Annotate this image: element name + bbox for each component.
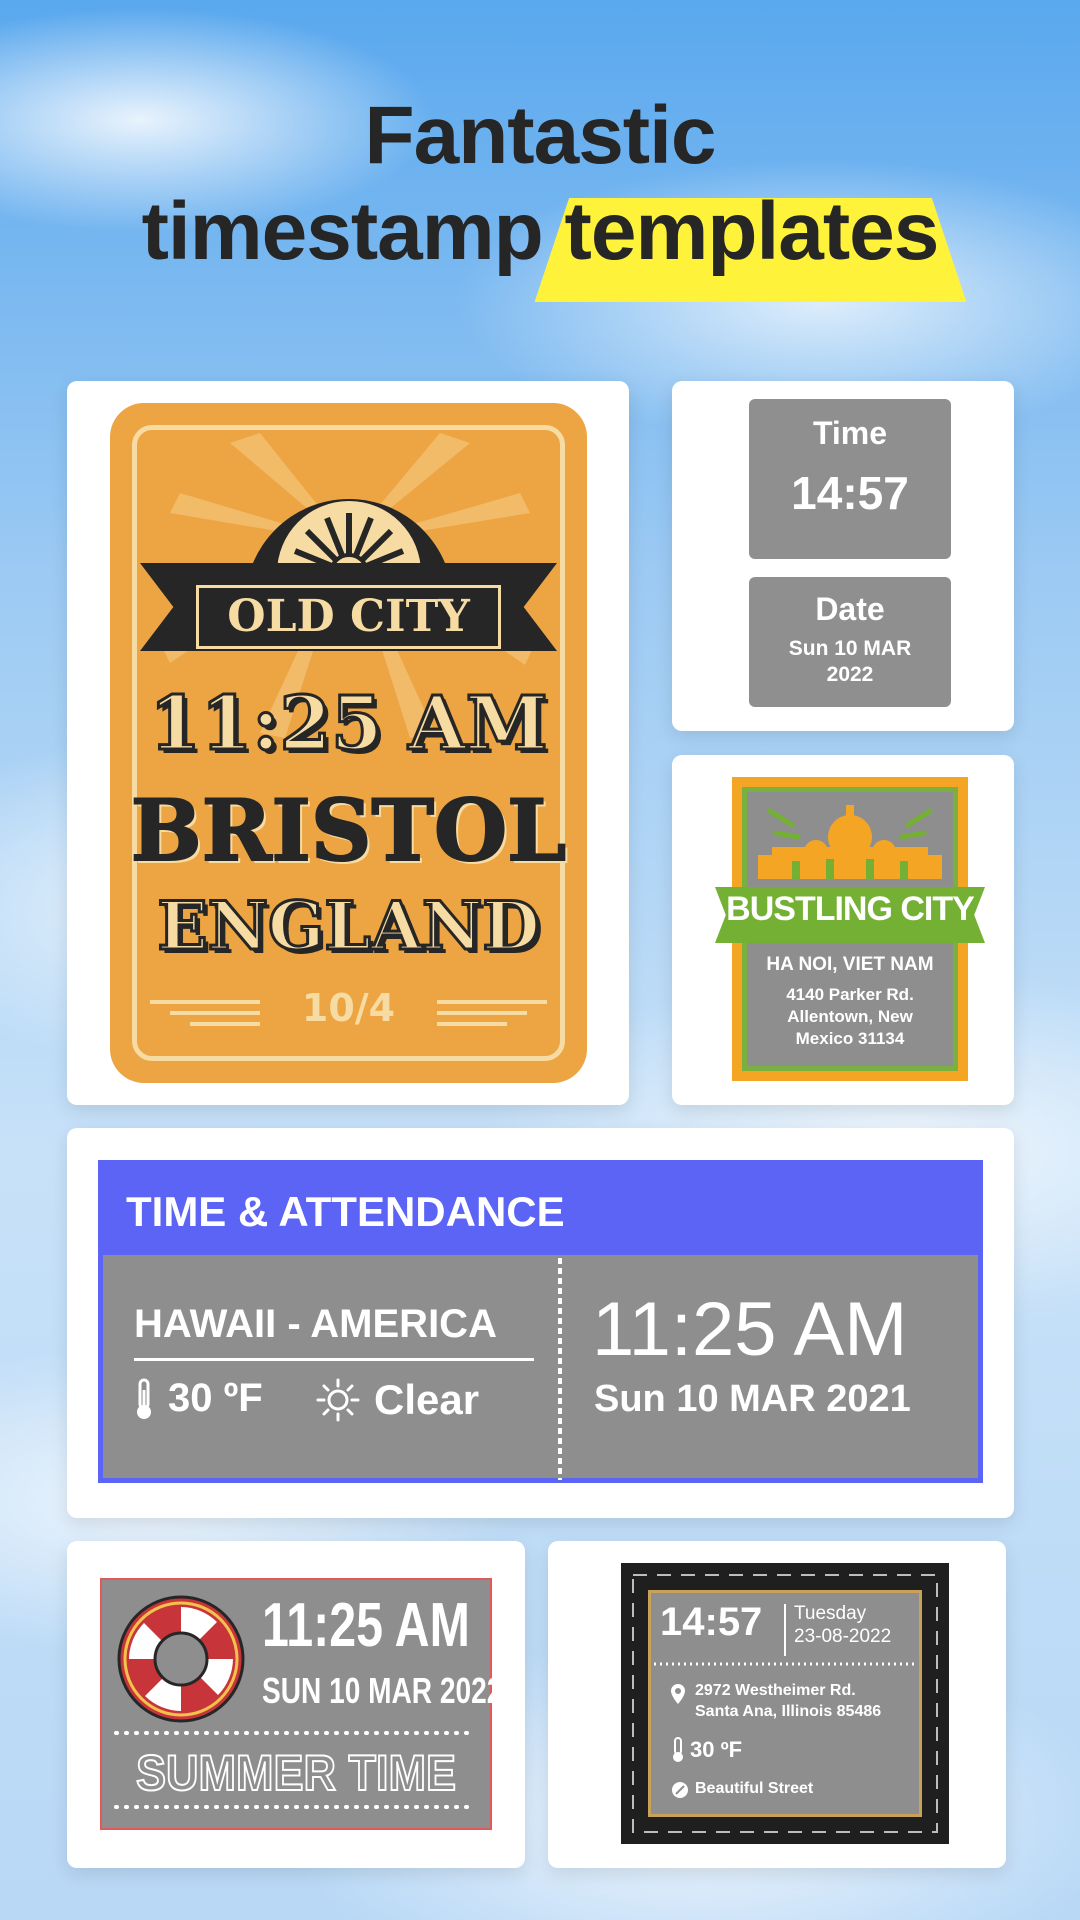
- location-pin-icon: [671, 1684, 685, 1704]
- dark-street: Beautiful Street: [695, 1780, 814, 1797]
- attendance-temperature: 30 ºF: [168, 1376, 263, 1420]
- bustling-address-line1: 4140 Parker Rd.: [786, 985, 914, 1004]
- dark-time: 14:57: [660, 1600, 763, 1644]
- attendance-underline: [134, 1358, 534, 1361]
- bustling-address-line2: Allentown, New: [787, 1007, 913, 1026]
- thermometer-small-icon: [673, 1737, 683, 1762]
- dark-address: 2972 Westheimer Rd. Santa Ana, Illinois …: [695, 1680, 881, 1722]
- title-line-2: timestamp templates: [141, 184, 967, 302]
- old-city-country: ENGLAND: [156, 886, 541, 967]
- bustling-banner-text: BUSTLING CITY: [726, 890, 975, 928]
- title-part-1: timestamp: [141, 186, 544, 277]
- old-city-plate: OLD CITY 11:25 AM BRISTOL ENGLAND 10/4: [110, 403, 587, 1083]
- thermometer-icon: [137, 1378, 151, 1419]
- time-value: 14:57: [791, 467, 909, 519]
- dark-date-block: Tuesday 23-08-2022: [794, 1602, 891, 1648]
- street-icon: [672, 1782, 688, 1798]
- date-label: Date: [815, 591, 885, 627]
- dark-date: 23-08-2022: [794, 1626, 892, 1647]
- sun-icon: [316, 1378, 360, 1422]
- attendance-heading: TIME & ATTENDANCE: [126, 1188, 565, 1235]
- lifebuoy-icon: [117, 1595, 245, 1723]
- time-label: Time: [812, 415, 888, 451]
- palace-icon: [758, 805, 942, 879]
- dark-dots: [654, 1662, 916, 1666]
- attendance-place: HAWAII - AMERICA: [134, 1302, 497, 1346]
- title-line-1: Fantastic: [364, 90, 717, 181]
- summer-dots-bottom: [114, 1805, 478, 1809]
- old-city-date: 10/4: [301, 986, 396, 1030]
- date-value-line1: Sun 10 MAR: [788, 637, 912, 660]
- summer-date: SUN 10 MAR 2022: [262, 1670, 503, 1711]
- bustling-location: HA NOI, VIET NAM: [766, 954, 934, 975]
- summer-time: 11:25 AM: [262, 1591, 470, 1660]
- dark-day: Tuesday: [794, 1603, 867, 1624]
- bustling-address-line3: Mexico 31134: [795, 1029, 905, 1048]
- page-title: Fantastic timestamp templates: [0, 88, 1080, 302]
- attendance-divider: [558, 1258, 562, 1480]
- title-highlight: templates: [534, 184, 967, 302]
- old-city-city: BRISTOL: [130, 780, 568, 881]
- dark-time-divider: [784, 1604, 786, 1656]
- summer-dots-top: [114, 1731, 478, 1735]
- date-value-line2: 2022: [826, 663, 874, 686]
- attendance-weather: Clear: [374, 1376, 480, 1423]
- summer-caption: SUMMER TIME: [135, 1744, 457, 1802]
- dark-address-line1: 2972 Westheimer Rd.: [695, 1682, 856, 1699]
- dark-address-line2: Santa Ana, Illinois 85486: [695, 1703, 882, 1720]
- dark-temperature: 30 ºF: [690, 1737, 743, 1762]
- attendance-date: Sun 10 MAR 2021: [594, 1378, 911, 1420]
- old-city-time: 11:25 AM: [148, 680, 549, 769]
- bustling-address: 4140 Parker Rd. Allentown, New Mexico 31…: [742, 984, 958, 1050]
- attendance-time: 11:25 AM: [592, 1287, 908, 1372]
- time-box: Time 14:57: [749, 399, 951, 559]
- date-box: Date Sun 10 MAR 2022: [749, 577, 951, 707]
- old-city-badge: OLD CITY: [227, 591, 470, 642]
